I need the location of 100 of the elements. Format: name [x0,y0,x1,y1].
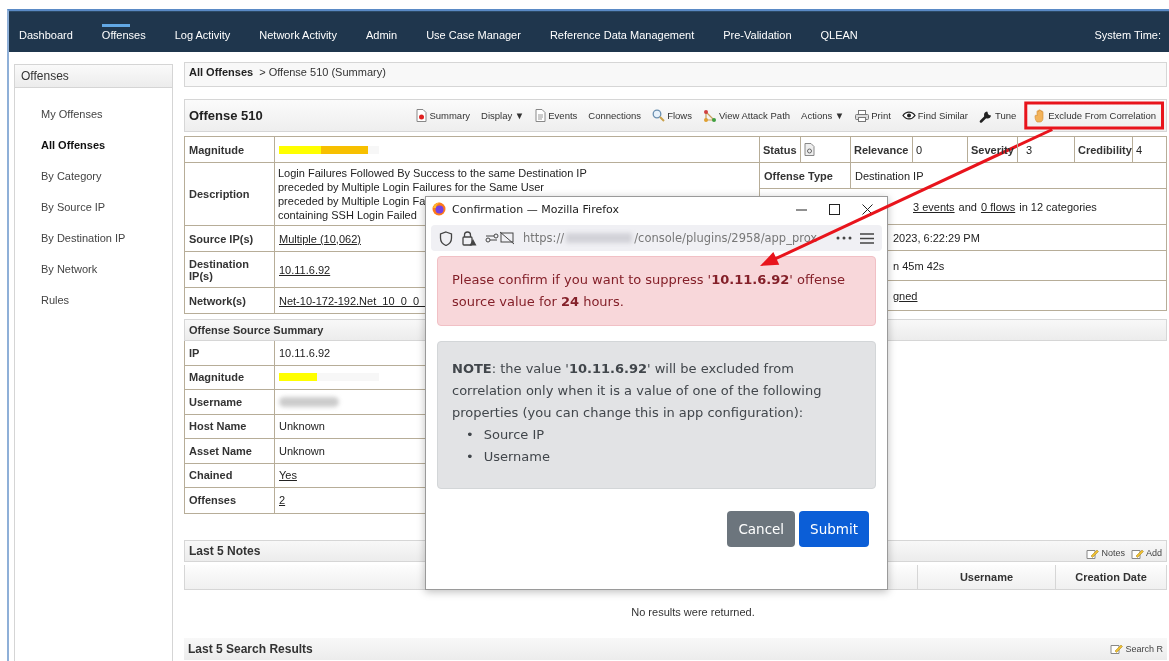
url-path: /console/plugins/2958/app_prox [634,231,818,245]
submit-button[interactable]: Submit [799,511,869,547]
field-label: Credibility [1075,137,1133,162]
value-text: 10.11.6.92 [279,346,331,359]
sidebar-item[interactable]: By Destination IP [41,226,126,257]
description-text: containing SSH Login Failed [278,208,417,222]
sidebar-item[interactable]: By Source IP [41,195,106,226]
close-icon[interactable] [862,203,873,215]
sidebar-title: Offenses [15,65,172,88]
value-link[interactable]: 3 events [913,200,955,213]
toolbar-button[interactable]: Summary [415,107,472,124]
document-icon [804,143,815,156]
description-text: preceded by Multiple Login Failures for the Same User [278,180,544,194]
nav-tab[interactable]: Admin [365,24,417,52]
node-graph-icon [702,108,717,123]
field-label: Status [760,137,801,162]
field-value: 4 [1135,142,1144,158]
field-value: Destination IP [855,169,924,182]
note-icon [1131,547,1144,559]
value-link[interactable]: 10.11.6.92 [279,263,331,276]
section-title: Last 5 Notes [189,543,261,558]
nav-tab[interactable]: Network Activity [259,24,356,52]
permissions-icon [485,231,515,245]
section-action-button[interactable]: Notes [1086,547,1125,559]
toolbar-button[interactable]: Find Similar [900,108,969,123]
toolbar-button[interactable]: Flows [651,107,693,124]
value-link[interactable]: Multiple (10,062) [279,232,361,245]
sidebar-item[interactable]: My Offenses [41,102,103,133]
list-item: Username [483,448,550,466]
note-text: NOTE: the value '10.11.6.92' will be excluded from correlation only when it is a value of one of the following properties (you can change this in app configuration): [452,360,823,422]
search-icon [652,109,666,122]
toolbar-button[interactable]: Connections [587,108,643,123]
url-scheme: https:// [523,231,565,245]
section-action-button[interactable]: Add [1131,547,1162,559]
document-icon [416,109,428,122]
sidebar-item[interactable]: By Category [41,164,102,195]
description-text: preceded by Multiple Login Fa [278,194,426,208]
maximize-icon[interactable] [829,203,840,215]
redacted-block [279,396,339,407]
field-label: Offenses [185,488,275,513]
value-link[interactable]: Net-10-172-192.Net_10_0_0_ [279,294,426,307]
menu-icon[interactable] [860,232,874,244]
field-label: Description [185,163,275,225]
value-text: in 12 categories [1019,200,1097,213]
value-link[interactable]: Yes [279,469,297,482]
field-label: Chained [185,463,275,487]
field-label: Magnitude [185,365,275,389]
empty-message: No results were returned. [630,605,755,618]
sidebar-item[interactable]: By Network [41,257,98,288]
url-text[interactable]: https:// /console/plugins/2958/app_prox [523,231,828,245]
list-bullet: • [466,448,474,466]
document-icon [535,109,547,122]
field-label: Username [185,390,275,414]
lock-warning-icon [461,230,477,246]
toolbar-button[interactable]: Display ▼ [480,108,526,123]
field-label: Host Name [185,414,275,438]
toolbar-button[interactable]: Actions ▼ [800,108,846,123]
breadcrumb-link[interactable]: All Offenses [189,66,254,78]
field-label: Source IP(s) [185,226,275,251]
field-value: 3 [1018,137,1075,162]
sidebar-item[interactable]: Rules [41,288,70,319]
field-label: Network(s) [185,288,275,313]
alert-message: Please confirm if you want to suppress '10.11.6.92' offense source value for 24 hours. [437,256,876,326]
cancel-button[interactable]: Cancel [727,511,796,547]
field-label: Relevance [851,137,913,162]
toolbar-button[interactable]: View Attack Path [701,106,792,125]
nav-tab[interactable]: Reference Data Management [549,24,714,52]
toolbar-button[interactable]: Exclude From Correlation [1026,106,1162,125]
value-text: Unknown [279,444,325,457]
nav-tab[interactable]: Log Activity [174,24,250,52]
value-link[interactable]: gned [893,289,918,302]
nav-tab[interactable]: Pre-Validation [723,24,811,52]
value-link[interactable]: 0 flows [980,200,1016,213]
value-text: Unknown [279,420,325,433]
more-icon[interactable] [836,236,852,240]
shield-icon [439,230,453,246]
hand-icon [1034,108,1047,123]
window-title: Confirmation — Mozilla Firefox [452,202,620,216]
field-value: 0 [913,137,968,162]
section-title: Offense Source Summary [189,324,324,336]
redacted-block [566,233,633,243]
value-link[interactable]: 2 [279,494,286,507]
sidebar-item[interactable]: All Offenses [41,133,106,164]
toolbar-button[interactable]: Tune [977,106,1018,125]
list-item: Source IP [483,426,545,444]
list-bullet: • [466,426,474,444]
description-text: Login Failures Followed By Success to the same Destination IP [278,166,587,180]
field-label: Asset Name [185,439,275,463]
column-header: Username [917,564,1055,589]
nav-tab[interactable]: Dashboard [19,24,92,52]
toolbar-button[interactable]: Events [534,107,579,124]
value-text: 2023, 6:22:29 PM [893,231,980,244]
toolbar-button[interactable]: Print [854,107,892,124]
nav-tab[interactable]: Use Case Manager [426,24,540,52]
section-title: Last 5 Search Results [188,641,313,656]
section-action-button[interactable]: Search R [1110,643,1163,654]
nav-tab[interactable]: Offenses [101,24,165,52]
nav-tab[interactable]: QLEAN [820,24,877,52]
offense-title: Offense 510 [189,108,263,123]
browser-logo-icon [432,202,446,216]
